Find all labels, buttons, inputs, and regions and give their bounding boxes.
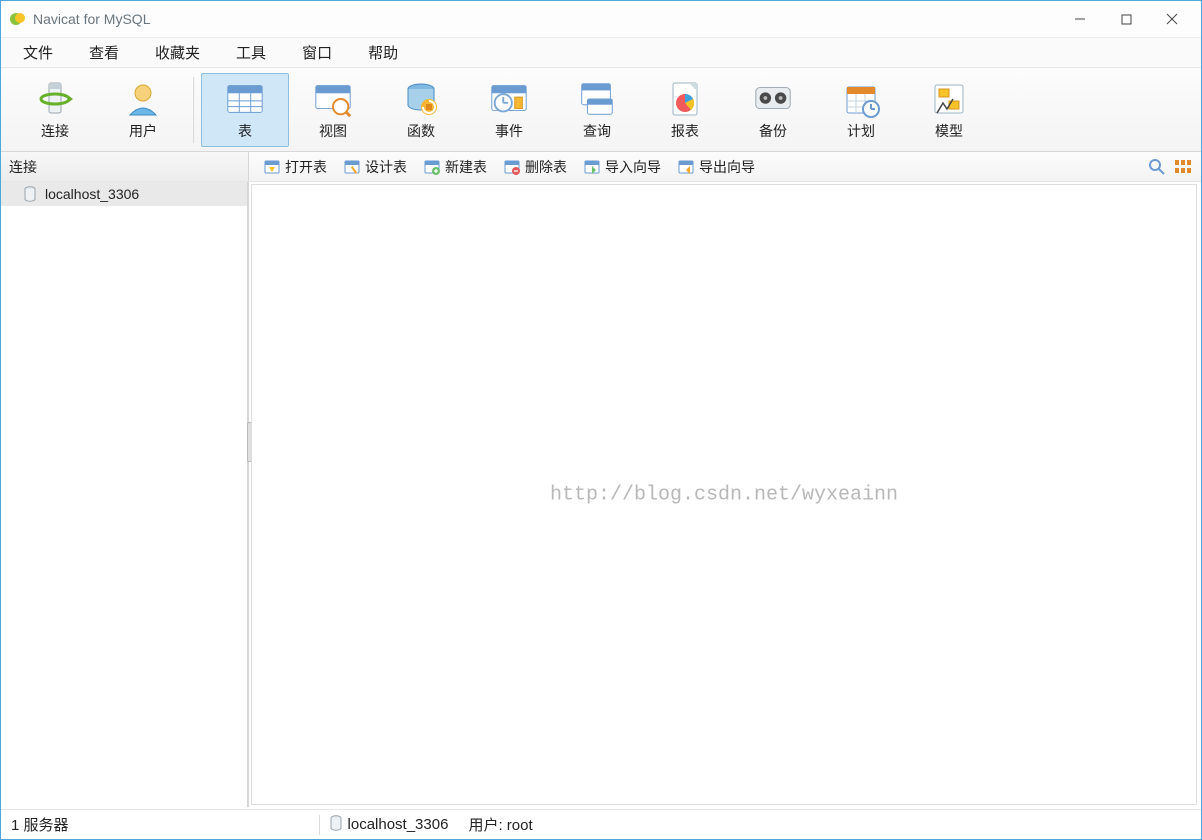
new-table-icon — [423, 158, 441, 176]
toolbar-backup-button[interactable]: 备份 — [729, 73, 817, 147]
delete-table-label: 删除表 — [525, 157, 567, 177]
import-icon — [583, 158, 601, 176]
toolbar-view-button[interactable]: 视图 — [289, 73, 377, 147]
schedule-icon — [840, 79, 882, 119]
design-table-icon — [343, 158, 361, 176]
body-area: localhost_3306 http://blog.csdn.net/wyxe… — [1, 182, 1201, 807]
toolbar-connection-label: 连接 — [41, 121, 69, 141]
toolbar-connection-button[interactable]: 连接 — [11, 73, 99, 147]
event-icon — [488, 79, 530, 119]
query-icon — [576, 79, 618, 119]
menu-tools[interactable]: 工具 — [218, 38, 284, 67]
menu-help[interactable]: 帮助 — [350, 38, 416, 67]
toolbar-query-label: 查询 — [583, 121, 611, 141]
toolbar-table-label: 表 — [238, 121, 252, 141]
window-title: Navicat for MySQL — [33, 11, 1057, 27]
status-connection: localhost_3306 — [320, 810, 459, 839]
status-connection-label: localhost_3306 — [348, 816, 449, 833]
backup-icon — [752, 79, 794, 119]
status-user-label: 用户: root — [468, 814, 532, 835]
connection-tree[interactable]: localhost_3306 — [1, 182, 249, 807]
database-icon — [330, 815, 342, 835]
tree-item-localhost[interactable]: localhost_3306 — [1, 182, 247, 206]
new-table-button[interactable]: 新建表 — [417, 155, 493, 179]
toolbar-query-button[interactable]: 查询 — [553, 73, 641, 147]
toolbar-event-button[interactable]: 事件 — [465, 73, 553, 147]
toolbar-user-label: 用户 — [129, 121, 157, 141]
toolbar-backup-label: 备份 — [759, 121, 787, 141]
user-icon — [122, 79, 164, 119]
toolbar-user-button[interactable]: 用户 — [99, 73, 187, 147]
object-toolbar: 打开表 设计表 新建表 删除表 导入向导 — [249, 152, 1201, 181]
menu-view[interactable]: 查看 — [71, 38, 137, 67]
window-controls — [1057, 4, 1195, 34]
title-bar: Navicat for MySQL — [1, 1, 1201, 38]
new-table-label: 新建表 — [445, 157, 487, 177]
app-icon — [9, 10, 27, 28]
menu-file[interactable]: 文件 — [5, 38, 71, 67]
view-icon — [312, 79, 354, 119]
export-wizard-button[interactable]: 导出向导 — [671, 155, 761, 179]
model-icon — [928, 79, 970, 119]
database-icon — [23, 185, 37, 203]
search-icon[interactable] — [1147, 157, 1167, 177]
main-toolbar: 连接 用户 表 — [1, 68, 1201, 152]
connection-panel-header: 连接 — [1, 152, 249, 181]
open-table-icon — [263, 158, 281, 176]
report-icon — [664, 79, 706, 119]
tree-item-label: localhost_3306 — [45, 186, 139, 202]
export-icon — [677, 158, 695, 176]
main-content-area: http://blog.csdn.net/wyxeainn — [251, 184, 1197, 805]
delete-table-button[interactable]: 删除表 — [497, 155, 573, 179]
toolbar-report-button[interactable]: 报表 — [641, 73, 729, 147]
connection-icon — [34, 79, 76, 119]
design-table-button[interactable]: 设计表 — [337, 155, 413, 179]
toolbar-function-button[interactable]: 函数 — [377, 73, 465, 147]
toolbar-table-button[interactable]: 表 — [201, 73, 289, 147]
status-servers: 1 服务器 — [1, 810, 79, 839]
toolbar-view-label: 视图 — [319, 121, 347, 141]
toolbar-separator — [193, 77, 195, 143]
table-icon — [224, 79, 266, 119]
toolbar-function-label: 函数 — [407, 121, 435, 141]
status-user: 用户: root — [458, 810, 542, 839]
delete-table-icon — [503, 158, 521, 176]
maximize-button[interactable] — [1103, 4, 1149, 34]
import-wizard-button[interactable]: 导入向导 — [577, 155, 667, 179]
menu-favorites[interactable]: 收藏夹 — [137, 38, 218, 67]
toolbar-model-button[interactable]: 模型 — [905, 73, 993, 147]
toolbar-report-label: 报表 — [671, 121, 699, 141]
design-table-label: 设计表 — [365, 157, 407, 177]
export-wizard-label: 导出向导 — [699, 157, 755, 177]
view-mode-icon[interactable] — [1173, 157, 1193, 177]
watermark-text: http://blog.csdn.net/wyxeainn — [550, 483, 898, 506]
menu-bar: 文件 查看 收藏夹 工具 窗口 帮助 — [1, 38, 1201, 68]
open-table-button[interactable]: 打开表 — [257, 155, 333, 179]
toolbar-event-label: 事件 — [495, 121, 523, 141]
function-icon — [400, 79, 442, 119]
toolbar-model-label: 模型 — [935, 121, 963, 141]
menu-window[interactable]: 窗口 — [284, 38, 350, 67]
status-servers-label: 1 服务器 — [11, 814, 69, 835]
close-button[interactable] — [1149, 4, 1195, 34]
sub-toolbar: 连接 打开表 设计表 新建表 删除表 — [1, 152, 1201, 182]
toolbar-schedule-button[interactable]: 计划 — [817, 73, 905, 147]
toolbar-schedule-label: 计划 — [847, 121, 875, 141]
import-wizard-label: 导入向导 — [605, 157, 661, 177]
open-table-label: 打开表 — [285, 157, 327, 177]
minimize-button[interactable] — [1057, 4, 1103, 34]
connection-panel-title: 连接 — [9, 157, 37, 177]
status-bar: 1 服务器 localhost_3306 用户: root — [1, 809, 1201, 839]
